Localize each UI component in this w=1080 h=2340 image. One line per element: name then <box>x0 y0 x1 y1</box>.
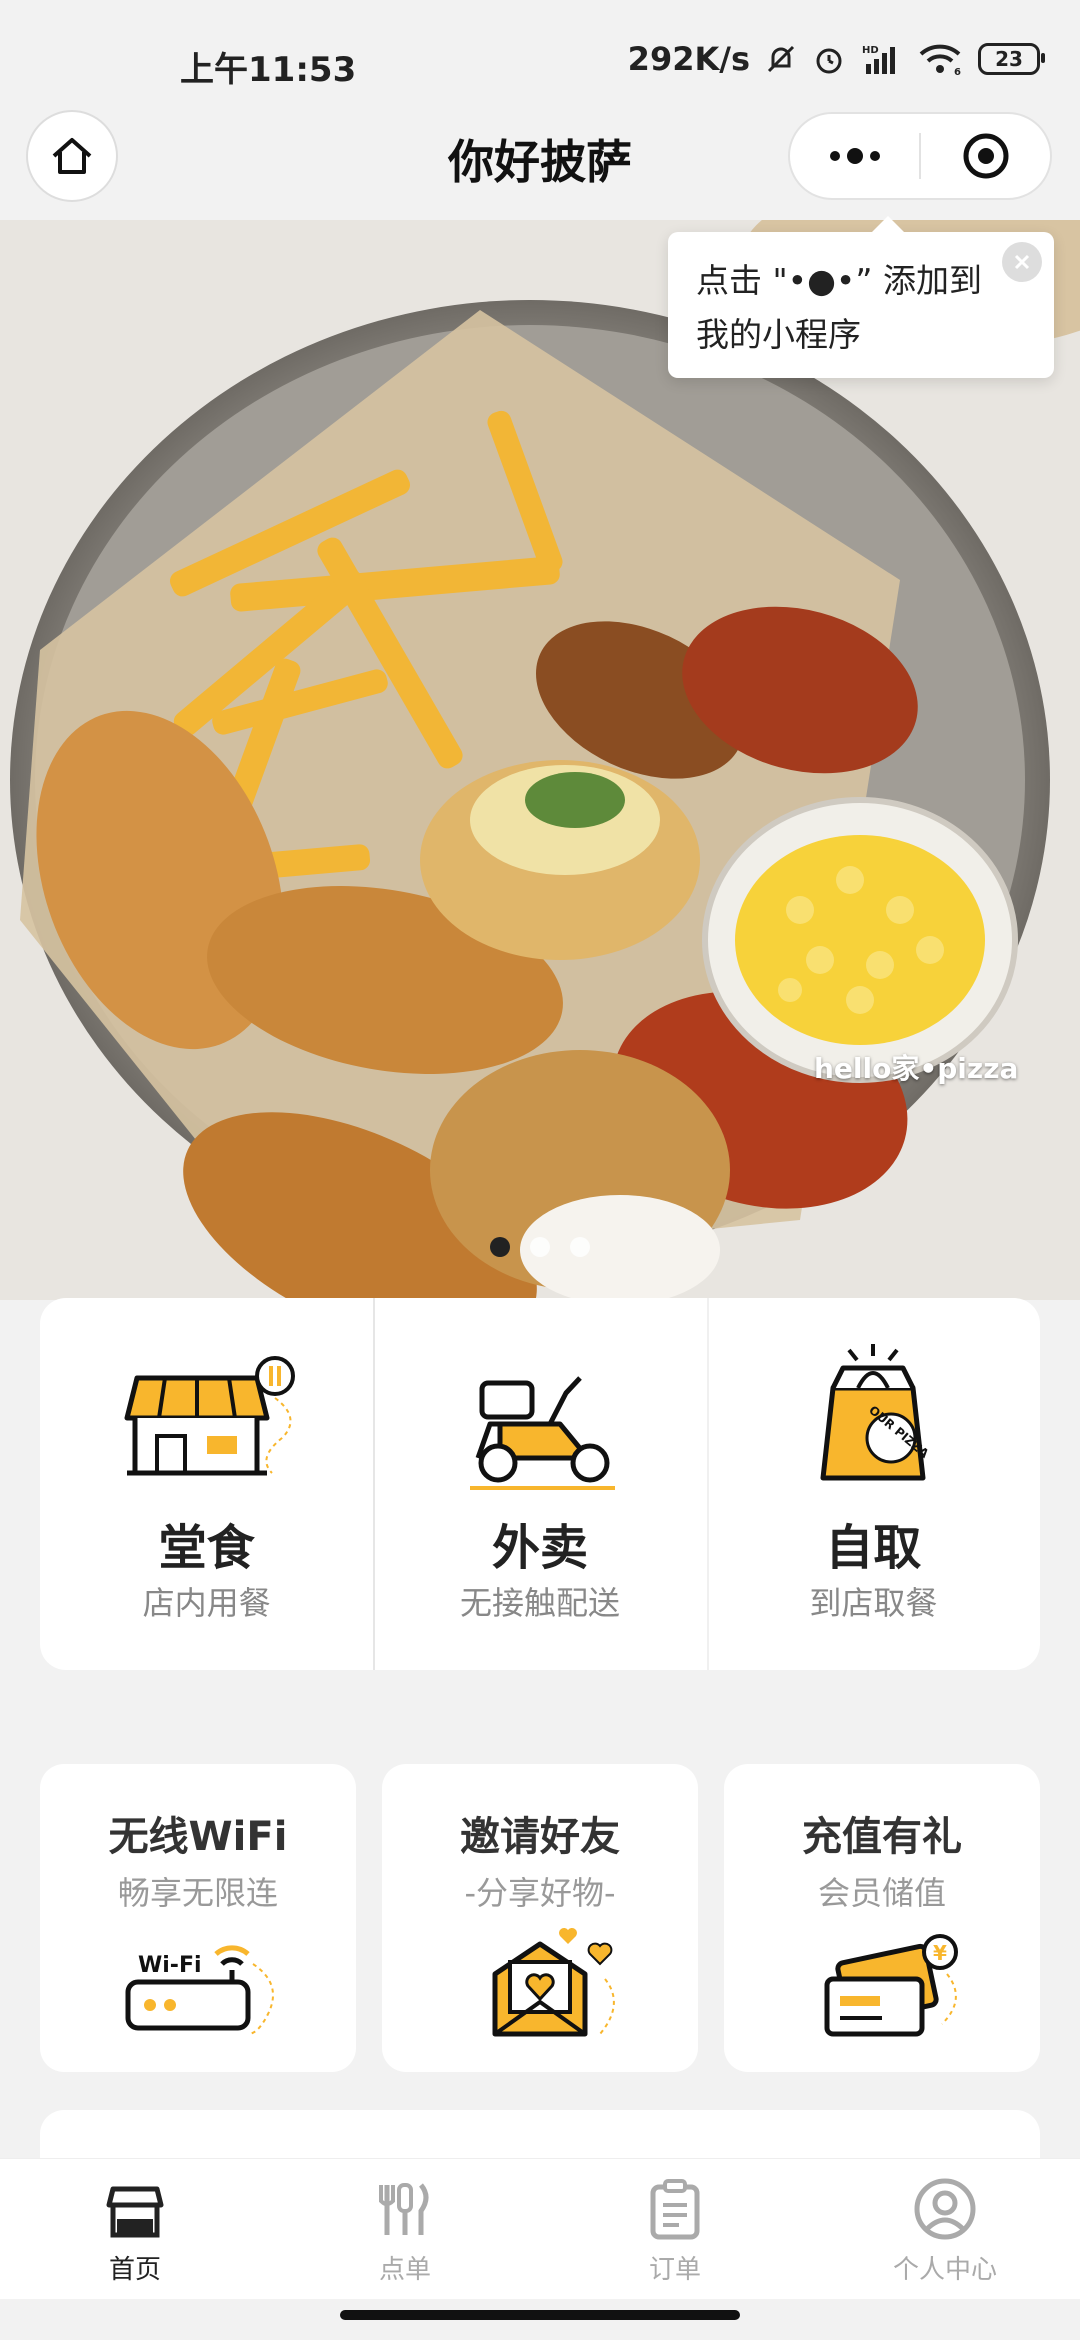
tooltip-close-button[interactable] <box>1002 242 1042 282</box>
feature-subtitle: 会员储值 <box>817 1874 946 1912</box>
banner-watermark: hello家•pizza <box>814 1052 1019 1085</box>
home-store-icon <box>106 2186 164 2238</box>
more-button[interactable] <box>790 114 919 198</box>
service-subtitle: 到店取餐 <box>809 1584 938 1622</box>
router-label: Wi-Fi <box>138 1953 202 1978</box>
coin-label: ¥ <box>933 1941 947 1965</box>
user-icon <box>914 2178 976 2240</box>
service-title: 外卖 <box>491 1520 588 1576</box>
service-subtitle: 无接触配送 <box>459 1584 620 1622</box>
target-close-icon <box>963 133 1008 179</box>
heart-envelope-icon <box>492 1928 615 2037</box>
service-subtitle: 店内用餐 <box>142 1584 271 1622</box>
pizza-bag-icon: OUR PIZZA <box>820 1344 932 1481</box>
feature-subtitle: 畅享无限连 <box>117 1874 278 1912</box>
mute-bell-icon <box>767 45 795 73</box>
feature-subtitle: -分享好物- <box>464 1874 616 1912</box>
status-time: 上午11:53 <box>180 50 357 90</box>
tab-label: 首页 <box>108 2255 161 2285</box>
tab-label: 点单 <box>378 2255 431 2285</box>
tab-profile[interactable]: 个人中心 <box>810 2159 1080 2299</box>
service-options-card: 堂食 店内用餐 外卖 无接触配送 OUR PIZZA 自取 到店取餐 <box>40 1298 1040 1670</box>
mini-program-capsule <box>788 112 1052 200</box>
home-indicator[interactable] <box>340 2310 740 2320</box>
feature-title: 无线WiFi <box>108 1814 288 1860</box>
feature-title: 邀请好友 <box>460 1814 620 1860</box>
feature-title: 充值有礼 <box>802 1814 962 1860</box>
tab-orders[interactable]: 订单 <box>540 2159 810 2299</box>
food-platter-image <box>0 220 1080 1300</box>
dine-in-option[interactable]: 堂食 店内用餐 <box>40 1298 373 1670</box>
utensils-icon <box>379 2183 429 2235</box>
clipboard-icon <box>650 2179 700 2240</box>
service-title: 自取 <box>825 1520 922 1576</box>
status-bar: 上午11:53 292K/s HD 6 23 <box>0 0 1080 110</box>
storefront-icon <box>124 1356 295 1476</box>
carousel-dot[interactable] <box>570 1237 590 1257</box>
recharge-card[interactable]: 充值有礼 会员储值 ¥ <box>724 1764 1040 2072</box>
navigation-bar: 你好披萨 <box>0 110 1080 220</box>
network-type-label: HD <box>862 45 879 56</box>
banner-carousel[interactable]: hello家•pizza <box>0 220 1080 1300</box>
close-mini-program-button[interactable] <box>921 114 1050 198</box>
wifi-level-label: 6 <box>954 67 961 76</box>
card-wallet-icon: ¥ <box>824 1934 958 2037</box>
delivery-option[interactable]: 外卖 无接触配送 <box>373 1298 706 1670</box>
invite-friends-card[interactable]: 邀请好友 -分享好物- <box>382 1764 698 2072</box>
pickup-option[interactable]: OUR PIZZA 自取 到店取餐 <box>706 1298 1040 1670</box>
tab-bar: 首页 点单 订单 个人中心 <box>0 2158 1080 2299</box>
wifi-router-icon: Wi-Fi <box>125 1945 274 2035</box>
tooltip-text: 点击 "•●•” 添加到我的小程序 <box>696 261 982 354</box>
carousel-dot[interactable] <box>530 1237 550 1257</box>
wifi-card[interactable]: 无线WiFi 畅享无限连 Wi-Fi <box>40 1764 356 2072</box>
more-dots-icon <box>829 148 880 164</box>
tab-label: 个人中心 <box>892 2255 997 2285</box>
tab-home[interactable]: 首页 <box>0 2159 270 2299</box>
carousel-dot[interactable] <box>490 1237 510 1257</box>
close-icon <box>1014 254 1030 270</box>
signal-icon: HD <box>862 45 895 74</box>
alarm-icon <box>816 48 842 74</box>
battery-icon: 23 <box>978 43 1045 75</box>
wifi-icon: 6 <box>919 44 961 76</box>
network-speed: 292K/s <box>627 40 750 78</box>
add-to-my-programs-tooltip: 点击 "•●•” 添加到我的小程序 <box>668 216 1054 378</box>
carousel-dots <box>0 1237 1080 1257</box>
scooter-icon <box>469 1376 615 1490</box>
tab-label: 订单 <box>648 2255 701 2285</box>
status-indicators: 292K/s HD 6 23 <box>627 40 1045 78</box>
service-title: 堂食 <box>158 1520 255 1576</box>
tab-order-menu[interactable]: 点单 <box>270 2159 540 2299</box>
